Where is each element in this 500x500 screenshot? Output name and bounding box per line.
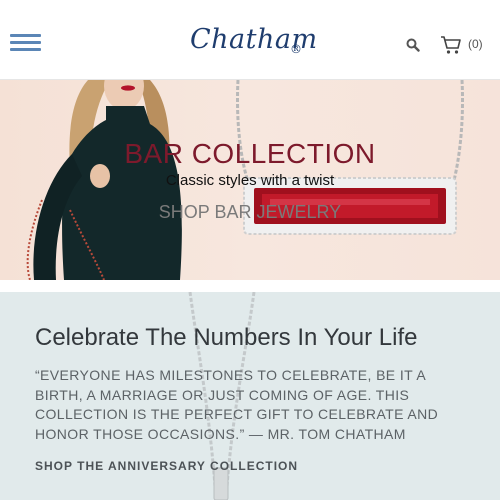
menu-line xyxy=(10,41,41,44)
hero-title: BAR COLLECTION xyxy=(124,138,376,169)
hamburger-icon[interactable] xyxy=(10,34,42,54)
shop-anniversary-link[interactable]: SHOP THE ANNIVERSARY COLLECTION xyxy=(35,459,298,473)
hero-subtitle: Classic styles with a twist xyxy=(165,172,335,189)
site-header: Chatham ® (0) xyxy=(0,0,500,80)
cart-count[interactable]: (0) xyxy=(468,37,483,51)
shop-bar-jewelry-link[interactable]: SHOP BAR JEWELRY xyxy=(0,202,500,223)
hero-banner[interactable]: BAR COLLECTION Classic styles with a twi… xyxy=(0,80,500,280)
chatham-logo[interactable]: Chatham ® xyxy=(190,24,317,64)
cart-icon[interactable] xyxy=(440,35,462,55)
anniversary-section: Celebrate The Numbers In Your Life “Ever… xyxy=(0,292,500,500)
section-divider xyxy=(0,280,500,292)
search-icon[interactable] xyxy=(406,38,420,52)
menu-line xyxy=(10,34,41,37)
menu-line xyxy=(10,48,41,51)
anniversary-title: Celebrate The Numbers In Your Life xyxy=(35,324,418,351)
logo-mark: ® xyxy=(290,42,303,56)
anniversary-quote: “Everyone has milestones to celebrate, b… xyxy=(35,367,439,442)
